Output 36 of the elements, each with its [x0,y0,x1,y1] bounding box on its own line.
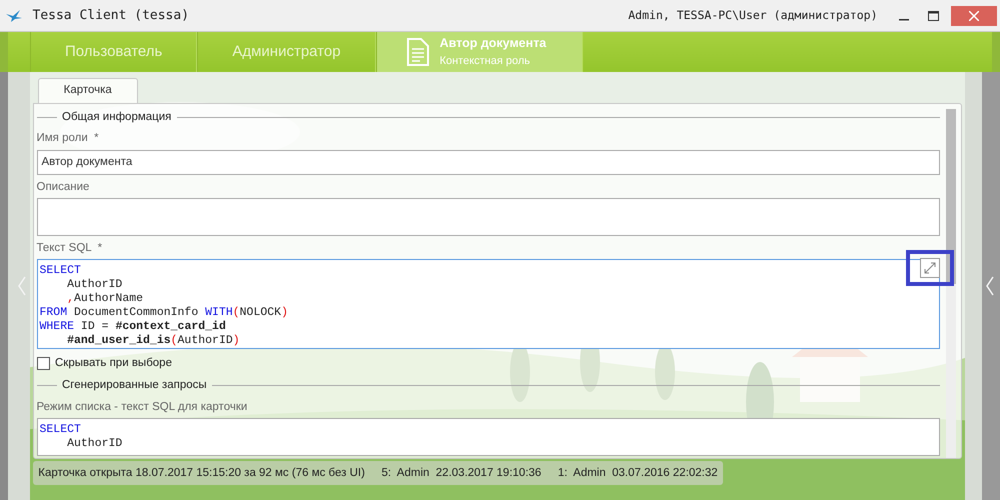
chevron-left-icon[interactable] [984,276,994,296]
code-line: SELECT [40,422,81,437]
status-text: 1: Admin 03.07.2016 22:02:32 [558,466,718,481]
code-line: FROM DocumentCommonInfo WITH(NOLOCK) [40,306,288,320]
expand-icon [923,261,938,275]
checkbox[interactable] [36,356,50,370]
code-editor[interactable]: SELECT AuthorID [36,418,940,456]
code-line: WHERE ID = #context_card_id [40,320,226,334]
close-icon [969,10,980,20]
status-text: 5: Admin 22.03.2017 19:10:36 [381,466,542,481]
maximize-icon [928,10,939,20]
code-editor[interactable]: SELECT AuthorID ,AuthorName FROM DocumentCommonInfo WITH(NOLOCK) WHERE ID = #context_card_id #and_user_id_is(AuthorID) [36,259,940,349]
checkbox-label: Скрывать при выборе [55,356,172,370]
input-field[interactable]: Автор документа [36,150,940,174]
minimize-icon [898,18,908,20]
code-line: ,AuthorName [66,292,144,306]
group-title: Сгенерированные запросы [62,378,207,394]
bird-logo-icon [6,10,22,22]
field-label: Режим списка - текст SQL для карточки [36,400,248,414]
group-title: Общая информация [62,110,172,125]
window-title: Tessa Client (tessa) [32,6,190,25]
field-label: Имя роли * [36,131,100,146]
field-label: Описание [36,180,90,194]
code-line: SELECT [40,264,81,278]
card-tab[interactable]: Карточка [38,78,138,102]
code-line: #and_user_id_is(AuthorID) [66,334,240,348]
document-icon [406,38,429,66]
code-line: AuthorID [66,278,122,292]
close-button[interactable] [951,6,998,26]
code-line: AuthorID [66,436,122,451]
scrollbar[interactable] [946,109,956,458]
text-area[interactable] [36,198,940,236]
user-label: Admin, TESSA-PC\User (администратор) [628,6,878,24]
expand-button[interactable] [920,258,940,278]
field-label: Текст SQL * [36,240,104,256]
status-text: Карточка открыта 18.07.2017 15:15:20 за 92 мс (76 мс без UI) [38,466,365,481]
